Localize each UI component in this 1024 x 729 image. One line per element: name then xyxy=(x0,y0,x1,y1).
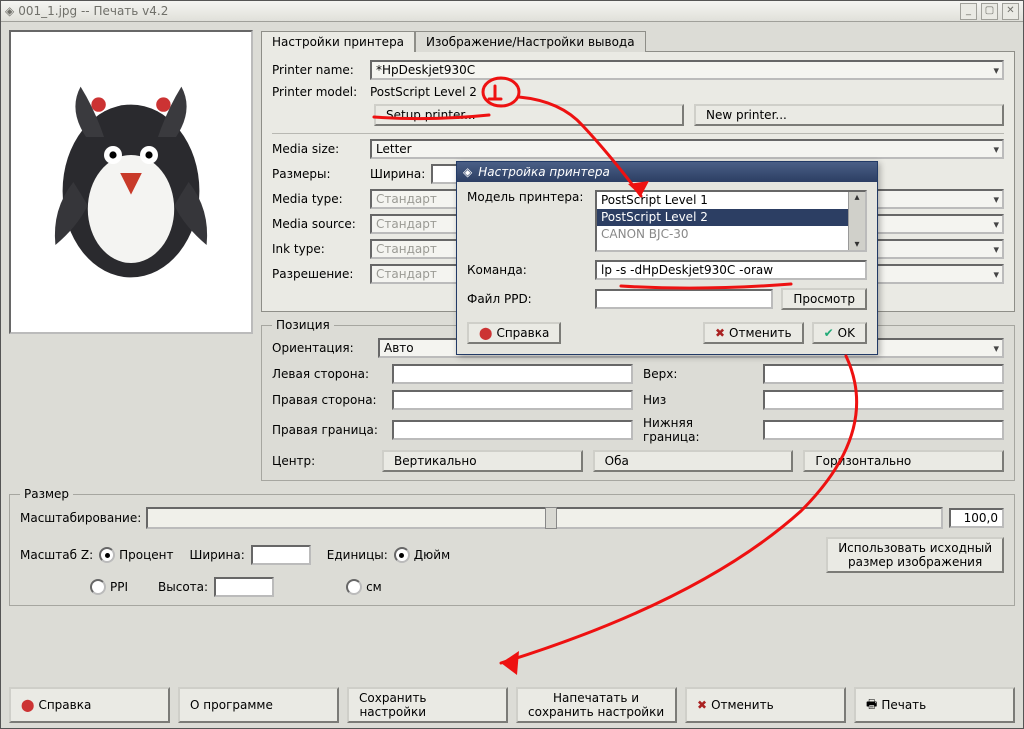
ink-type-label: Ink type: xyxy=(272,242,364,256)
orientation-label: Ориентация: xyxy=(272,341,372,355)
center-label: Центр: xyxy=(272,454,372,468)
about-button[interactable]: О программе xyxy=(178,687,339,723)
dialog-cancel-button[interactable]: ✖Отменить xyxy=(703,322,804,344)
dialog-ppd-input[interactable] xyxy=(595,289,773,309)
printer-model-label: Printer model: xyxy=(272,85,364,99)
right-border-label: Правая граница: xyxy=(272,423,382,437)
printer-name-label: Printer name: xyxy=(272,63,364,77)
media-size-combo[interactable]: Letter xyxy=(370,139,1004,159)
dialog-model-label: Модель принтера: xyxy=(467,190,587,204)
media-size-label: Media size: xyxy=(272,142,364,156)
print-icon: 🖶 xyxy=(866,695,877,716)
size-width-label: Ширина: xyxy=(189,548,244,562)
printer-setup-dialog: ◈ Настройка принтера Модель принтера: Po… xyxy=(456,161,878,355)
list-item[interactable]: PostScript Level 1 xyxy=(597,192,865,209)
bottom-border-input[interactable] xyxy=(763,420,1004,440)
printer-model-listbox[interactable]: PostScript Level 1 PostScript Level 2 CA… xyxy=(595,190,867,252)
size-height-label: Высота: xyxy=(158,580,208,594)
help-button[interactable]: ⬤Справка xyxy=(9,687,170,723)
image-preview xyxy=(9,30,253,334)
tab-printer-settings[interactable]: Настройки принтера xyxy=(261,31,415,52)
maximize-button[interactable]: ▢ xyxy=(981,3,998,20)
right-border-input[interactable] xyxy=(392,420,633,440)
cancel-button[interactable]: ✖Отменить xyxy=(685,687,846,723)
tab-image-output[interactable]: Изображение/Настройки вывода xyxy=(415,31,646,52)
dialog-diamond-icon: ◈ xyxy=(463,165,472,179)
left-side-input[interactable] xyxy=(392,364,633,384)
units-cm-radio[interactable]: см xyxy=(346,579,382,595)
bottom-label: Низ xyxy=(643,393,753,407)
close-button[interactable]: ✕ xyxy=(1002,3,1019,20)
printer-name-combo[interactable]: *HpDeskjet930C xyxy=(370,60,1004,80)
dialog-browse-button[interactable]: Просмотр xyxy=(781,288,867,310)
setup-printer-button[interactable]: Setup printer... xyxy=(374,104,684,126)
window-diamond-icon: ◈ xyxy=(5,4,14,18)
dialog-command-label: Команда: xyxy=(467,263,587,277)
center-both-button[interactable]: Оба xyxy=(593,450,794,472)
size-group: Размер Масштабирование: Масштаб Z: Проце… xyxy=(9,487,1015,606)
dialog-help-button[interactable]: ⬤Справка xyxy=(467,322,561,344)
dialog-titlebar: ◈ Настройка принтера xyxy=(457,162,877,182)
save-settings-button[interactable]: Сохранить настройки xyxy=(347,687,508,723)
scaling-slider[interactable] xyxy=(146,507,943,529)
center-horizontal-button[interactable]: Горизонтально xyxy=(803,450,1004,472)
bottom-button-bar: ⬤Справка О программе Сохранить настройки… xyxy=(9,687,1015,723)
dimensions-label: Размеры: xyxy=(272,167,364,181)
use-original-size-button[interactable]: Использовать исходный размер изображения xyxy=(826,537,1004,573)
scaling-value-input[interactable] xyxy=(949,508,1004,528)
center-vertical-button[interactable]: Вертикально xyxy=(382,450,583,472)
scale-ppi-radio[interactable]: PPI xyxy=(90,579,128,595)
print-button[interactable]: 🖶Печать xyxy=(854,687,1015,723)
list-item[interactable]: PostScript Level 2 xyxy=(597,209,865,226)
preview-artwork xyxy=(41,62,221,302)
size-height-input[interactable] xyxy=(214,577,274,597)
size-width-input[interactable] xyxy=(251,545,311,565)
media-source-label: Media source: xyxy=(272,217,364,231)
units-label: Единицы: xyxy=(327,548,388,562)
printer-model-value: PostScript Level 2 xyxy=(370,85,477,99)
listbox-scrollbar[interactable] xyxy=(848,192,865,250)
scale-percent-radio[interactable]: Процент xyxy=(99,547,173,563)
left-side-label: Левая сторона: xyxy=(272,367,382,381)
resolution-label: Разрешение: xyxy=(272,267,364,281)
top-input[interactable] xyxy=(763,364,1004,384)
ok-icon: ✔ xyxy=(824,326,834,340)
right-side-input[interactable] xyxy=(392,390,633,410)
scale-z-label: Масштаб Z: xyxy=(20,548,93,562)
print-and-save-button[interactable]: Напечатать и сохранить настройки xyxy=(516,687,677,723)
main-window: ◈ 001_1.jpg -- Печать v4.2 _ ▢ ✕ xyxy=(0,0,1024,729)
top-label: Верх: xyxy=(643,367,753,381)
right-side-label: Правая сторона: xyxy=(272,393,382,407)
position-legend: Позиция xyxy=(272,318,334,332)
bottom-input[interactable] xyxy=(763,390,1004,410)
main-titlebar: ◈ 001_1.jpg -- Печать v4.2 _ ▢ ✕ xyxy=(1,1,1023,22)
bottom-border-label: Нижняя граница: xyxy=(643,416,753,444)
size-legend: Размер xyxy=(20,487,73,501)
window-title: 001_1.jpg -- Печать v4.2 xyxy=(18,4,168,18)
list-item[interactable]: CANON BJC-30 xyxy=(597,226,865,243)
width-sub-label: Ширина: xyxy=(370,167,425,181)
dialog-title: Настройка принтера xyxy=(478,165,610,179)
tab-strip: Настройки принтера Изображение/Настройки… xyxy=(261,30,1015,52)
dialog-command-input[interactable] xyxy=(595,260,867,280)
media-type-label: Media type: xyxy=(272,192,364,206)
new-printer-button[interactable]: New printer... xyxy=(694,104,1004,126)
dialog-ppd-label: Файл PPD: xyxy=(467,292,587,306)
units-inch-radio[interactable]: Дюйм xyxy=(394,547,450,563)
minimize-button[interactable]: _ xyxy=(960,3,977,20)
scaling-label: Масштабирование: xyxy=(20,511,140,525)
cancel-icon: ✖ xyxy=(715,326,725,340)
cancel-icon: ✖ xyxy=(697,698,707,712)
help-icon: ⬤ xyxy=(479,326,492,340)
dialog-ok-button[interactable]: ✔OK xyxy=(812,322,867,344)
help-icon: ⬤ xyxy=(21,698,34,712)
